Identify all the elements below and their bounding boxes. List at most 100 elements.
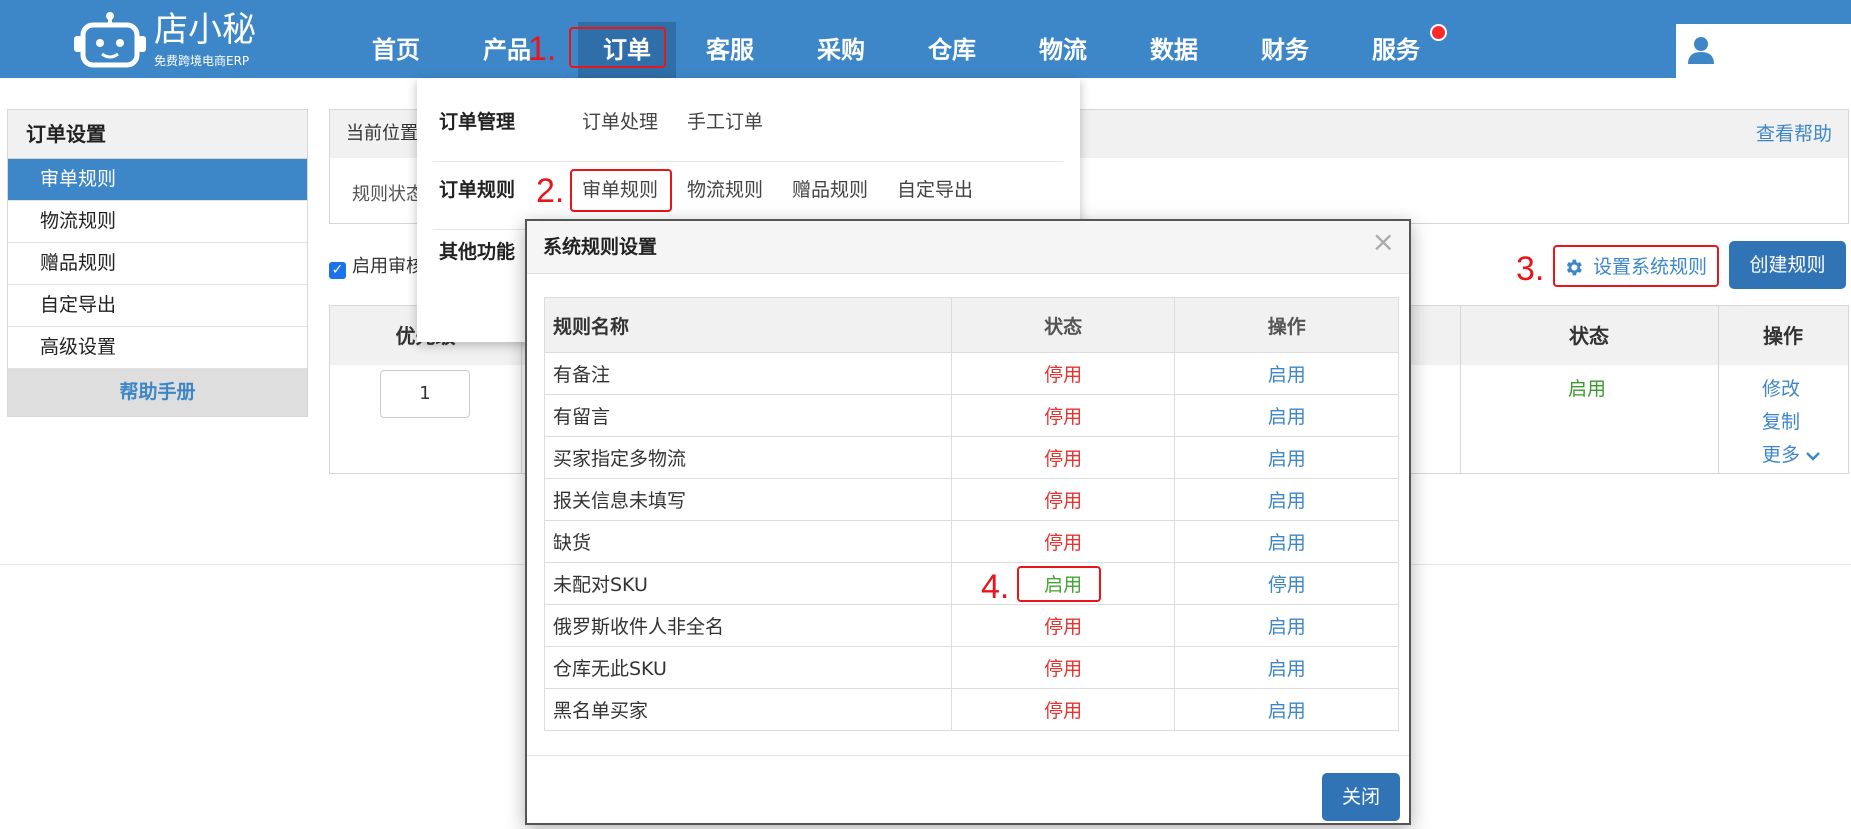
rule-toggle-link[interactable]: 启用 [1174, 478, 1399, 521]
more-dropdown[interactable]: 更多 [1762, 440, 1820, 467]
rule-status: 停用 [950, 520, 1176, 563]
modal-close-button[interactable]: 关闭 [1322, 773, 1400, 821]
rule-toggle-link[interactable]: 启用 [1174, 688, 1399, 731]
menu-item-order-processing[interactable]: 订单处理 [582, 88, 658, 156]
rule-status: 启用 [1568, 378, 1607, 400]
column-divider [1718, 365, 1719, 473]
system-rules-modal: 系统规则设置 × 规则名称 状态 操作 有备注 停用 启用 有留言 停用 启用 … [525, 219, 1411, 825]
annotation-step-1: 1. [528, 30, 557, 68]
rule-toggle-link[interactable]: 启用 [1174, 352, 1399, 395]
dropdown-row-order-management: 订单管理 订单处理 手工订单 [417, 88, 1080, 156]
th-rule-name: 规则名称 [544, 297, 952, 353]
rule-status: 停用 [950, 646, 1176, 689]
table-row: 有备注 停用 启用 [544, 352, 1399, 395]
rule-name: 报关信息未填写 [544, 478, 952, 521]
rule-status: 停用 [950, 478, 1176, 521]
nav-finance[interactable]: 财务 [1245, 28, 1325, 72]
rule-status: 停用 [950, 688, 1176, 731]
dropdown-category: 订单规则 [439, 179, 516, 201]
modal-header: 系统规则设置 × [527, 221, 1409, 274]
sidebar-help-manual[interactable]: 帮助手册 [8, 369, 307, 416]
robot-logo-icon [74, 12, 146, 68]
rule-status-filter-label: 规则状态 [352, 184, 424, 205]
sidebar-item-audit-rules[interactable]: 审单规则 [8, 159, 307, 201]
table-row: 黑名单买家 停用 启用 [544, 688, 1399, 731]
sidebar-title: 订单设置 [8, 110, 307, 159]
more-label: 更多 [1762, 444, 1801, 466]
enable-audit-label: 启用审核 [352, 256, 424, 277]
edit-link[interactable]: 修改 [1762, 374, 1800, 401]
menu-item-logistics-rules[interactable]: 物流规则 [687, 156, 763, 224]
annotation-box-orders [569, 27, 666, 68]
th-operation: 操作 [1763, 324, 1803, 348]
rule-toggle-link[interactable]: 启用 [1174, 604, 1399, 647]
rule-name: 有留言 [544, 394, 952, 437]
rule-name: 缺货 [544, 520, 952, 563]
rule-name: 买家指定多物流 [544, 436, 952, 479]
rule-name: 仓库无此SKU [544, 646, 952, 689]
rule-status: 停用 [950, 604, 1176, 647]
rule-status: 停用 [950, 436, 1176, 479]
sidebar-item-custom-export[interactable]: 自定导出 [8, 285, 307, 327]
nav-logistics[interactable]: 物流 [1023, 28, 1103, 72]
rule-toggle-link[interactable]: 启用 [1174, 394, 1399, 437]
annotation-box-audit-rules [570, 169, 672, 212]
priority-input[interactable]: 1 [380, 370, 470, 418]
sidebar-item-advanced-settings[interactable]: 高级设置 [8, 327, 307, 369]
table-row: 买家指定多物流 停用 启用 [544, 436, 1399, 479]
rule-status: 停用 [950, 394, 1176, 437]
breadcrumb-label: 当前位置 [346, 123, 418, 144]
app-logo[interactable]: 店小秘 免费跨境电商ERP [72, 4, 272, 70]
annotation-box-enabled-status [1017, 566, 1101, 602]
th-status: 状态 [1569, 324, 1609, 348]
sidebar-item-gift-rules[interactable]: 赠品规则 [8, 243, 307, 285]
nav-data[interactable]: 数据 [1134, 28, 1214, 72]
user-menu[interactable] [1676, 24, 1851, 78]
enable-audit-toggle[interactable]: ✓ 启用审核 [329, 252, 424, 279]
table-header-row: 规则名称 状态 操作 [544, 297, 1399, 353]
nav-purchasing[interactable]: 采购 [801, 28, 881, 72]
dropdown-category: 其他功能 [439, 241, 516, 263]
table-row: 俄罗斯收件人非全名 停用 启用 [544, 604, 1399, 647]
annotation-step-2: 2. [536, 172, 565, 210]
sidebar-item-logistics-rules[interactable]: 物流规则 [8, 201, 307, 243]
logo-subtitle: 免费跨境电商ERP [154, 54, 250, 68]
view-help-link[interactable]: 查看帮助 [1756, 110, 1832, 158]
table-row: 有留言 停用 启用 [544, 394, 1399, 437]
rule-toggle-link[interactable]: 启用 [1174, 520, 1399, 563]
th-status: 状态 [950, 297, 1176, 353]
chevron-down-icon [1806, 452, 1820, 461]
dropdown-row-order-rules: 订单规则 审单规则 物流规则 赠品规则 自定导出 [417, 156, 1080, 224]
create-rule-button[interactable]: 创建规则 [1729, 241, 1846, 289]
rule-name: 有备注 [544, 352, 952, 395]
column-divider [1460, 365, 1461, 473]
annotation-box-set-system-rules [1553, 245, 1719, 287]
rule-name: 未配对SKU [544, 562, 952, 605]
table-row: 未配对SKU 启用 停用 [544, 562, 1399, 605]
rule-toggle-link[interactable]: 启用 [1174, 646, 1399, 689]
close-icon[interactable]: × [1372, 227, 1395, 257]
top-navbar: 店小秘 免费跨境电商ERP 首页 产品 订单 客服 采购 仓库 物流 数据 财务… [0, 0, 1851, 78]
table-row: 报关信息未填写 停用 启用 [544, 478, 1399, 521]
rule-toggle-link[interactable]: 启用 [1174, 436, 1399, 479]
modal-footer-divider [527, 755, 1409, 756]
checkbox-checked-icon[interactable]: ✓ [329, 262, 346, 279]
notification-dot-icon [1430, 24, 1447, 41]
column-divider [521, 365, 522, 473]
menu-item-gift-rules[interactable]: 赠品规则 [792, 156, 868, 224]
modal-title: 系统规则设置 [543, 236, 658, 258]
user-icon [1688, 37, 1714, 64]
nav-warehouse[interactable]: 仓库 [912, 28, 992, 72]
annotation-step-4: 4. [981, 568, 1010, 606]
system-rules-table: 规则名称 状态 操作 有备注 停用 启用 有留言 停用 启用 买家指定多物流 停… [544, 297, 1399, 731]
rule-toggle-link[interactable]: 停用 [1174, 562, 1399, 605]
table-row: 缺货 停用 启用 [544, 520, 1399, 563]
copy-link[interactable]: 复制 [1762, 407, 1800, 434]
nav-home[interactable]: 首页 [356, 28, 436, 72]
menu-item-manual-order[interactable]: 手工订单 [687, 88, 763, 156]
dropdown-category: 订单管理 [439, 111, 516, 133]
nav-customer-service[interactable]: 客服 [690, 28, 770, 72]
th-operation: 操作 [1174, 297, 1399, 353]
menu-item-custom-export[interactable]: 自定导出 [897, 156, 973, 224]
nav-services[interactable]: 服务 [1356, 28, 1436, 72]
